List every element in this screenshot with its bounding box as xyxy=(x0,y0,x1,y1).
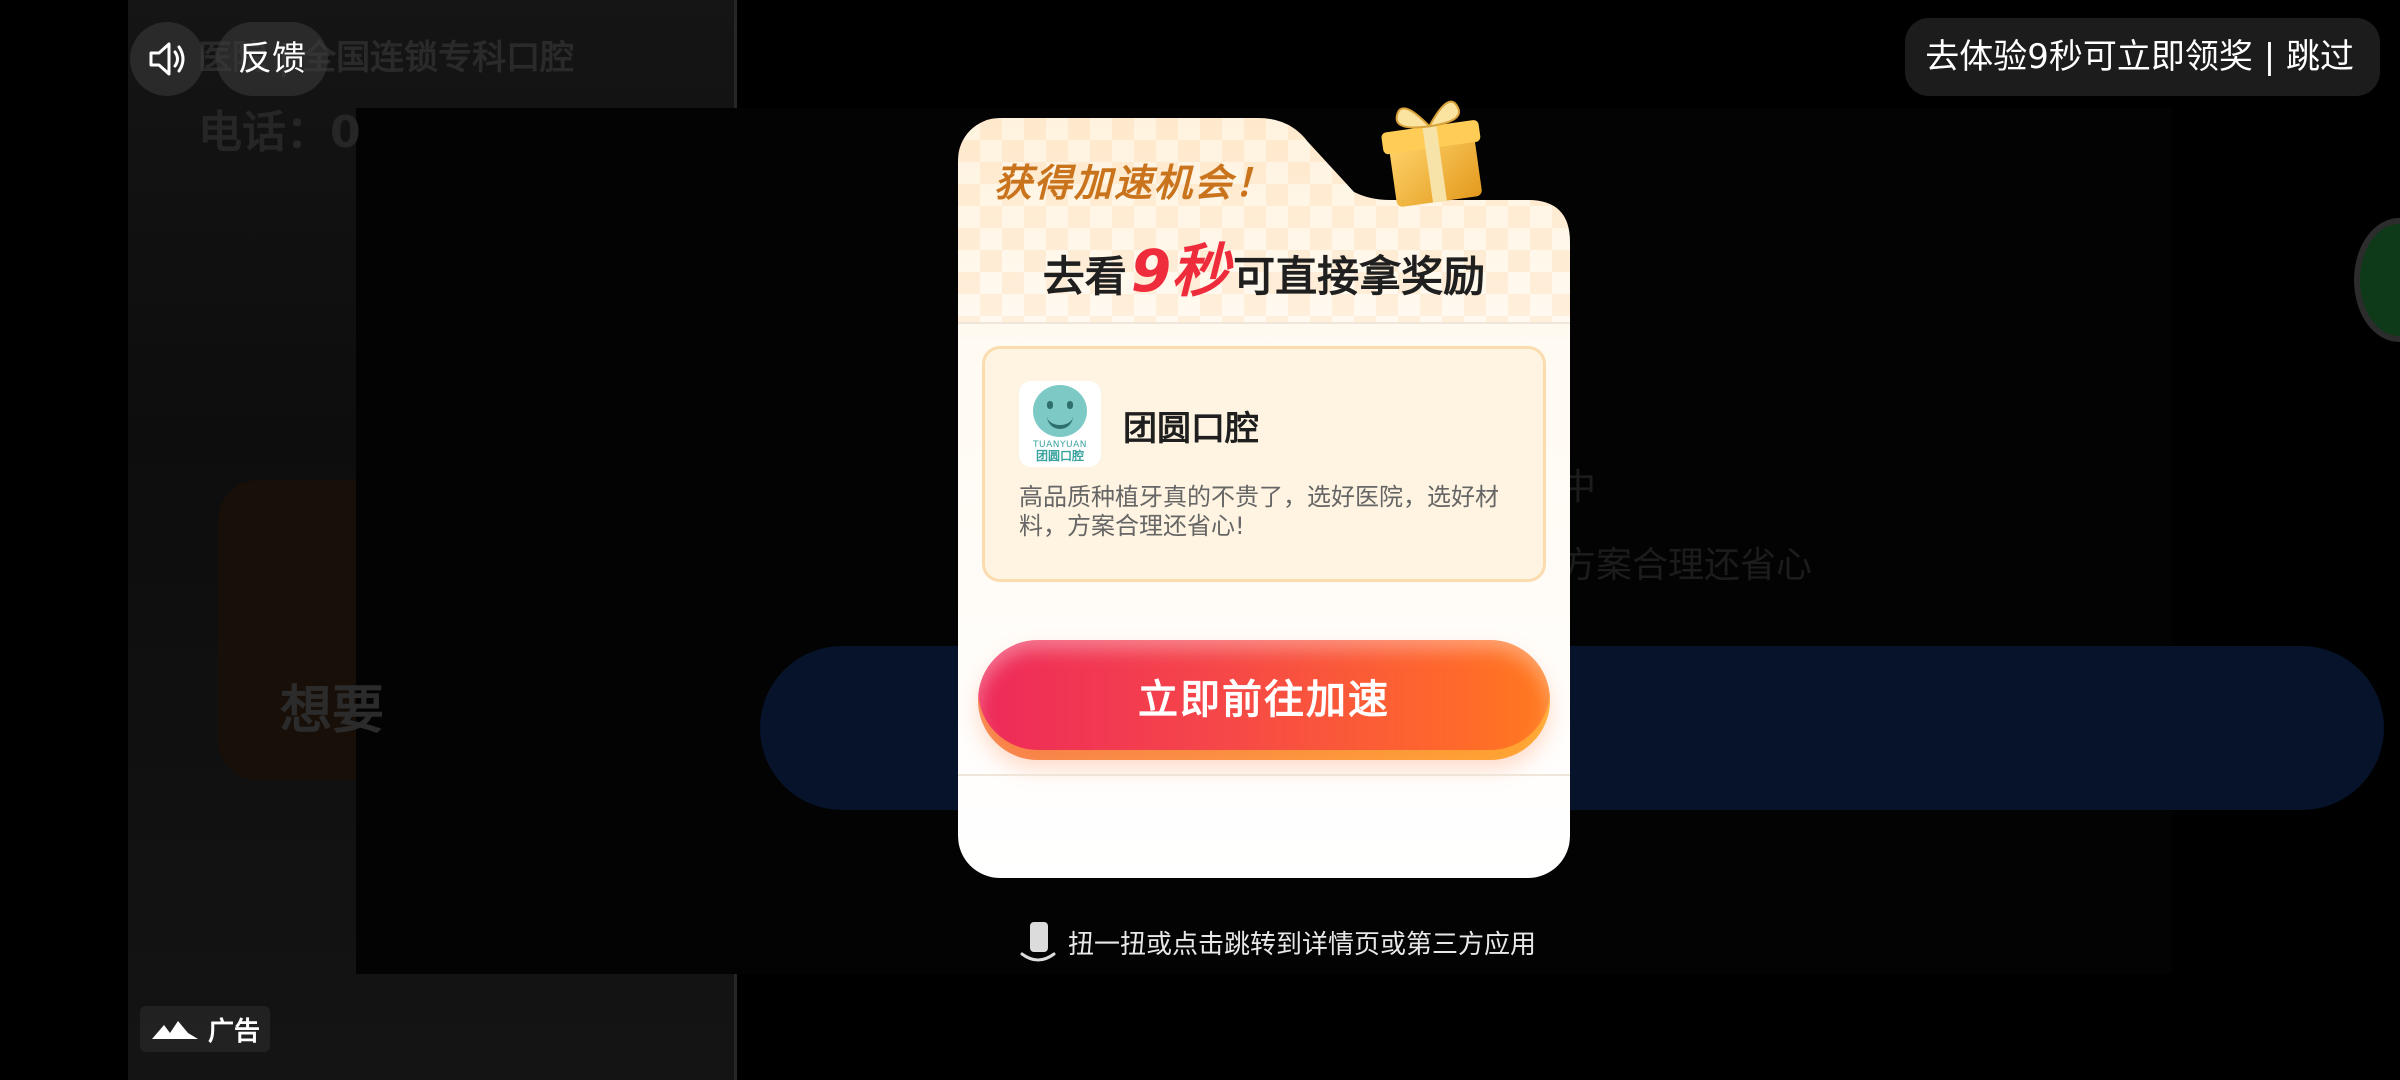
divider xyxy=(958,322,1570,324)
app-description: 高品质种植牙真的不贵了，选好医院，选好材料，方案合理还省心! xyxy=(1019,483,1499,540)
background-text-2: 方案合理还省心 xyxy=(1560,545,1813,586)
app-name: 团圆口腔 xyxy=(1123,409,1259,449)
headline-prefix: 去看 xyxy=(1042,252,1127,301)
chance-title: 获得加速机会！ xyxy=(994,161,1275,205)
ad-badge: 广告 xyxy=(140,1006,271,1052)
phone-shake-icon xyxy=(1020,922,1056,962)
ad-logo-icon xyxy=(152,1021,198,1039)
reward-modal: 获得加速机会！ 去看9秒可直接拿奖励 TUANYUAN 团圆口腔 团圆口腔 高品… xyxy=(958,100,1570,878)
app-icon-text-cn: 团圆口腔 xyxy=(1035,449,1084,463)
accelerate-button[interactable]: 立即前往加速 xyxy=(978,640,1550,760)
headline-seconds: 9秒 xyxy=(1130,237,1230,305)
headline-suffix: 可直接拿奖励 xyxy=(1233,252,1486,301)
ad-label: 广告 xyxy=(208,1016,261,1047)
shake-hint: 扭一扭或点击跳转到详情页或第三方应用 xyxy=(1018,920,1536,964)
skip-button[interactable]: 去体验9秒可立即领奖 | 跳过 xyxy=(1905,18,2380,96)
chat-bubble-icon xyxy=(2354,218,2400,342)
app-info-card[interactable]: TUANYUAN 团圆口腔 团圆口腔 高品质种植牙真的不贵了，选好医院，选好材料… xyxy=(982,346,1546,582)
hint-text: 扭一扭或点击跳转到详情页或第三方应用 xyxy=(1068,929,1537,960)
speaker-icon xyxy=(149,42,185,76)
tooth-face-icon xyxy=(1033,385,1087,437)
gift-box-icon xyxy=(1381,100,1482,207)
background-slogan: 想要 xyxy=(280,681,385,741)
sound-toggle-button[interactable] xyxy=(130,22,204,96)
background-phone: 电话：0 xyxy=(198,107,361,158)
divider xyxy=(958,774,1570,776)
feedback-button[interactable]: 反馈 xyxy=(216,22,328,96)
reward-headline: 去看9秒可直接拿奖励 xyxy=(958,224,1570,308)
app-icon: TUANYUAN 团圆口腔 xyxy=(1019,381,1101,467)
